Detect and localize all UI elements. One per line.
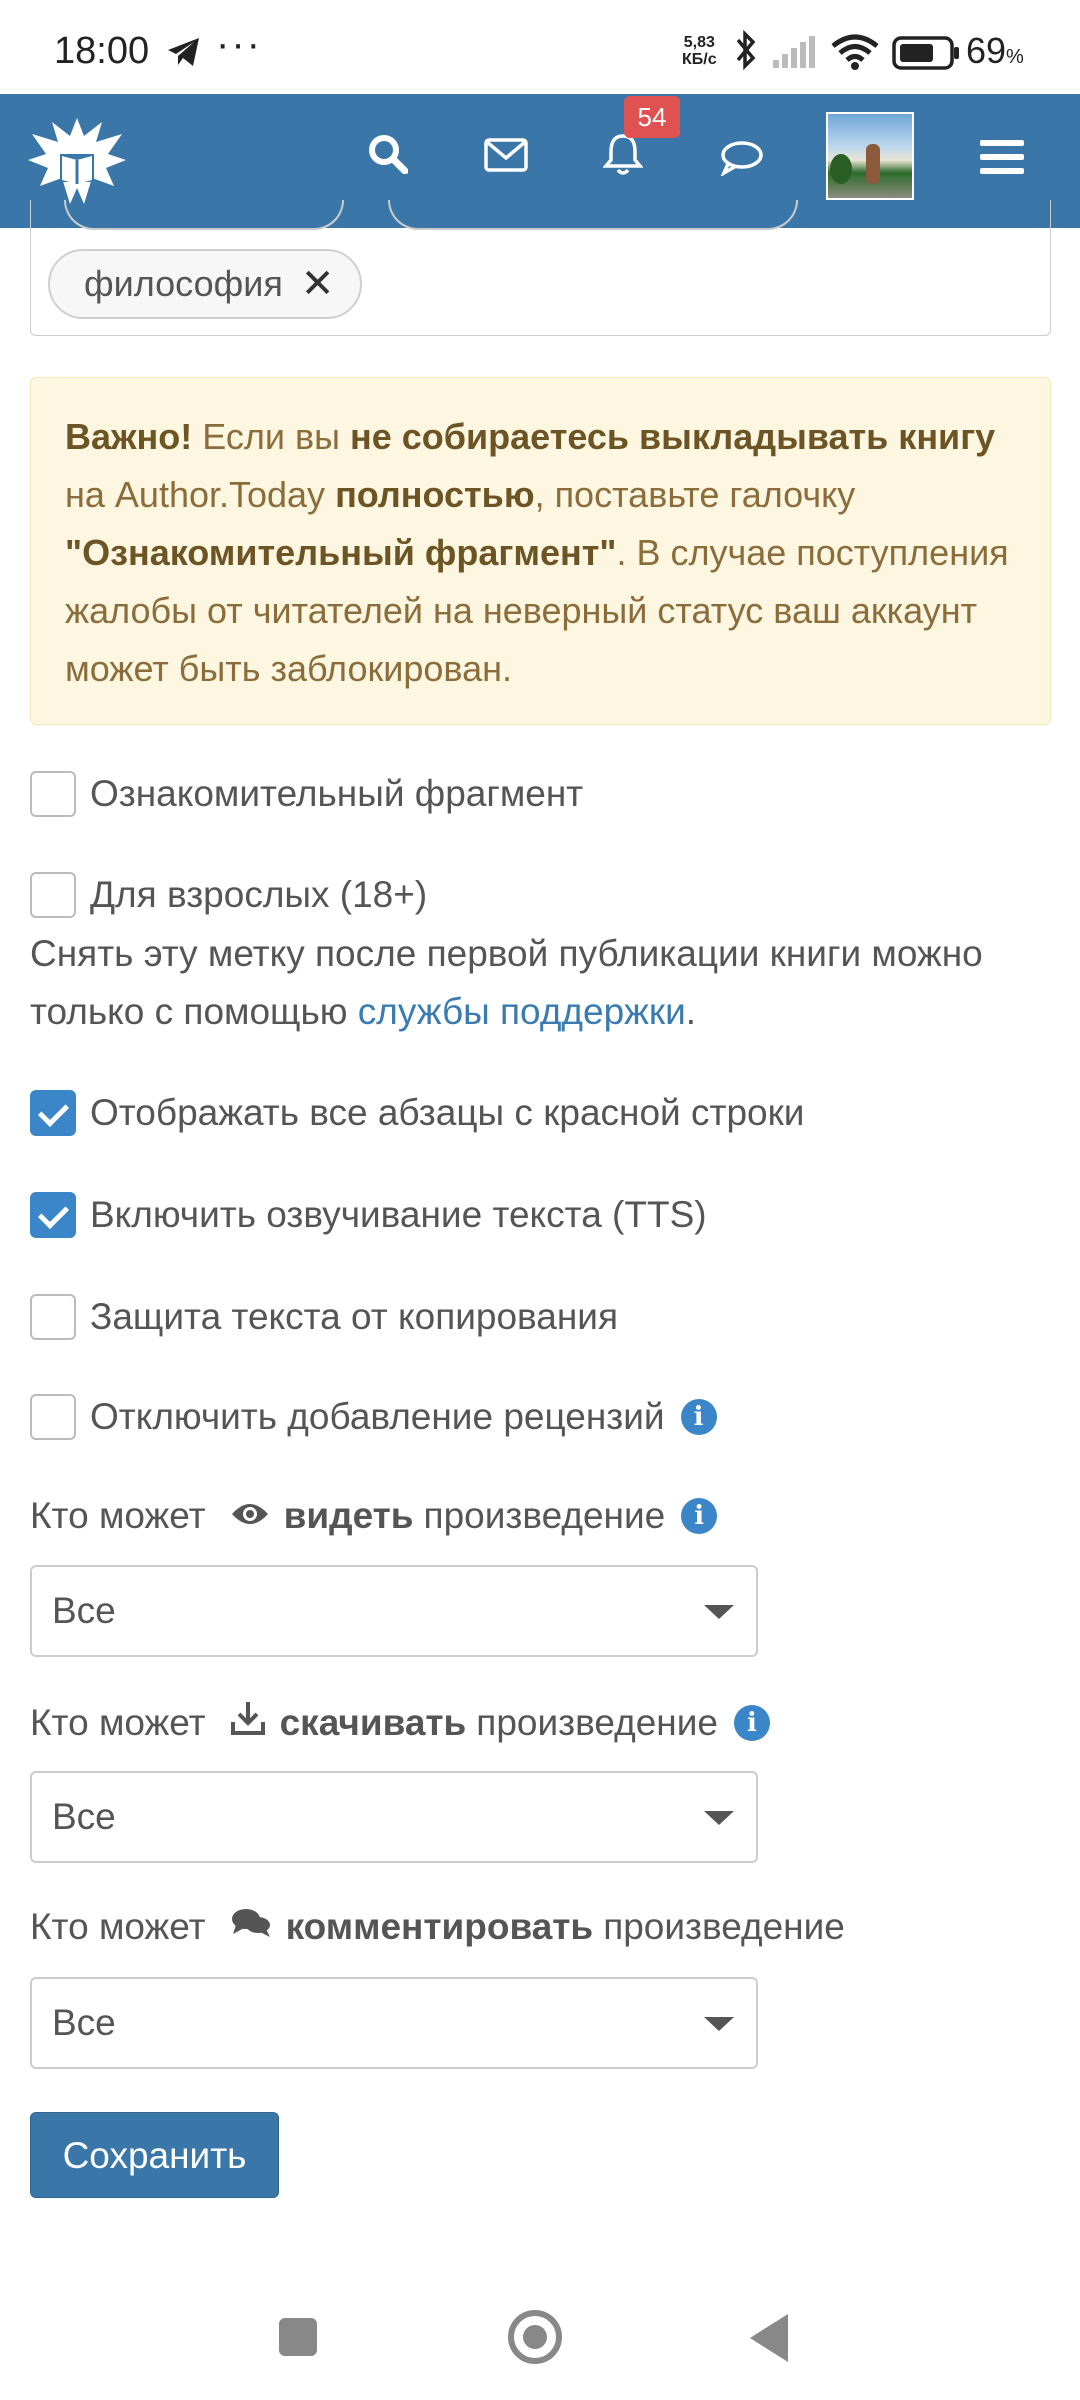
eye-icon [230, 1495, 270, 1537]
checkbox-label: Для взрослых (18+) [90, 874, 428, 915]
bell-icon[interactable] [602, 132, 644, 181]
battery-percent: 69% [966, 30, 1024, 71]
mail-icon[interactable] [484, 138, 528, 177]
comment-permission-label: Кто может комментировать произведение [30, 1906, 845, 1948]
bluetooth-icon [733, 29, 759, 75]
menu-icon[interactable] [980, 138, 1024, 181]
comment-permission-select[interactable]: Все [30, 1977, 758, 2069]
save-button[interactable]: Сохранить [30, 2112, 279, 2198]
recents-icon[interactable] [279, 2318, 317, 2356]
checkbox-label: Отображать все абзацы с красной строки [90, 1092, 805, 1133]
checkbox-box[interactable] [30, 1192, 76, 1238]
home-icon[interactable] [508, 2310, 562, 2364]
status-bar: 18:00 ··· 5,83 КБ/с 69% [0, 0, 1080, 94]
warning-alert: Важно! Если вы не собираетесь выкладыват… [30, 377, 1051, 725]
search-icon[interactable] [368, 134, 409, 179]
download-icon [230, 1700, 266, 1745]
checkbox-label: Включить озвучивание текста (TTS) [90, 1194, 707, 1235]
battery-icon [892, 36, 962, 75]
adult-note: Снять эту метку после первой публикации … [30, 933, 983, 1032]
checkbox-label: Отключить добавление рецензий [90, 1396, 665, 1437]
wifi-icon [830, 34, 880, 75]
tag-chip: философия ✕ [48, 249, 363, 319]
back-icon[interactable] [750, 2314, 788, 2362]
tag-chip-label: философия [84, 263, 283, 304]
checkbox-box[interactable] [30, 1294, 76, 1340]
signal-icon [772, 36, 818, 73]
checkbox-box[interactable] [30, 771, 76, 817]
download-permission-select[interactable]: Все [30, 1771, 758, 1863]
avatar[interactable] [826, 112, 914, 200]
close-icon[interactable]: ✕ [301, 251, 335, 317]
comments-icon [230, 1906, 272, 1948]
checkbox-label: Ознакомительный фрагмент [90, 773, 584, 814]
status-time: 18:00 [54, 30, 150, 72]
chat-icon[interactable] [720, 140, 764, 181]
disable-reviews-checkbox[interactable]: Отключить добавление рецензий i [30, 1394, 717, 1440]
adult-checkbox[interactable]: Для взрослых (18+) [30, 872, 427, 918]
info-icon[interactable]: i [681, 1498, 718, 1534]
tag-chip-partial [64, 200, 344, 230]
notification-count-badge: 54 [624, 96, 680, 138]
info-icon[interactable]: i [733, 1704, 770, 1741]
excerpt-checkbox[interactable]: Ознакомительный фрагмент [30, 771, 583, 817]
chevron-down-icon [704, 2017, 734, 2031]
chevron-down-icon [704, 1605, 734, 1619]
red-line-checkbox[interactable]: Отображать все абзацы с красной строки [30, 1090, 804, 1136]
checkbox-box[interactable] [30, 872, 76, 918]
chevron-down-icon [704, 1811, 734, 1825]
view-permission-label: Кто может видеть произведение i [30, 1495, 718, 1537]
copy-protect-checkbox[interactable]: Защита текста от копирования [30, 1294, 618, 1340]
checkbox-box[interactable] [30, 1090, 76, 1136]
info-icon[interactable]: i [680, 1399, 717, 1435]
system-navigation-bar [0, 2268, 1080, 2400]
checkbox-box[interactable] [30, 1394, 76, 1440]
more-notifications-icon: ··· [216, 22, 262, 66]
network-speed: 5,83 КБ/с [682, 34, 717, 68]
support-link[interactable]: службы поддержки [358, 991, 686, 1032]
checkbox-label: Защита текста от копирования [90, 1296, 619, 1337]
download-permission-label: Кто может скачивать произведение i [30, 1700, 770, 1745]
tag-chip-partial [388, 200, 798, 230]
telegram-icon [166, 36, 202, 73]
view-permission-select[interactable]: Все [30, 1565, 758, 1657]
tts-checkbox[interactable]: Включить озвучивание текста (TTS) [30, 1192, 707, 1238]
